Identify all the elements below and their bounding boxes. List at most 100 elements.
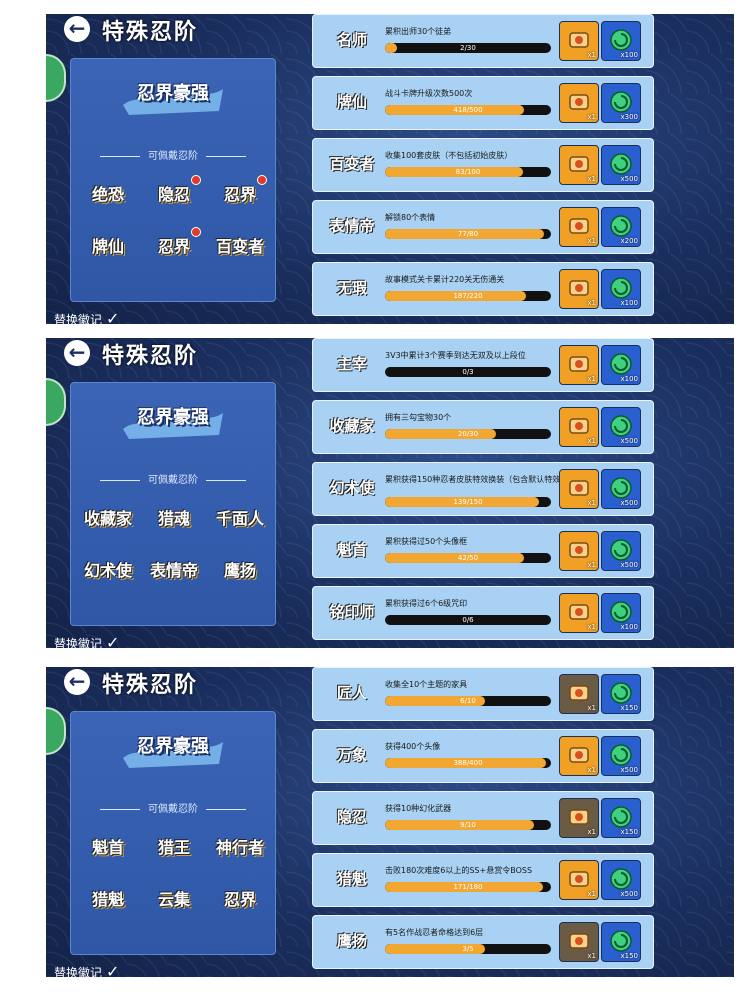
reward-scroll[interactable]: x1 xyxy=(559,469,599,509)
rank-badge[interactable]: 表情帝 xyxy=(145,553,203,583)
reward-swirl[interactable]: x150 xyxy=(601,798,641,838)
rank-badge-label: 百变者 xyxy=(215,237,264,256)
back-arrow-icon: ← xyxy=(68,669,86,693)
reward-swirl[interactable]: x500 xyxy=(601,469,641,509)
replace-emblem-toggle[interactable]: 替换徽记 ✓ xyxy=(54,309,122,324)
rank-badge[interactable]: 千面人 xyxy=(211,501,269,531)
reward-count: x500 xyxy=(620,561,638,569)
progress-text: 171/180 xyxy=(453,883,483,891)
reward-swirl[interactable]: x500 xyxy=(601,860,641,900)
reward-swirl[interactable]: x150 xyxy=(601,674,641,714)
rank-badge-label: 匠人 xyxy=(336,684,367,702)
reward-scroll[interactable]: x1 xyxy=(559,593,599,633)
rank-badge-label: 收藏家 xyxy=(329,417,375,435)
reward-scroll[interactable]: x1 xyxy=(559,345,599,385)
achievement-row: 名师 累积出师30个徒弟 2/30 x1 x100 xyxy=(312,14,654,68)
reward-scroll[interactable]: x1 xyxy=(559,860,599,900)
reward-count: x1 xyxy=(587,704,596,712)
reward-swirl[interactable]: x300 xyxy=(601,83,641,123)
reward-scroll[interactable]: x1 xyxy=(559,21,599,61)
rank-badge[interactable]: 幻术使 xyxy=(79,553,137,583)
reward-swirl[interactable]: x200 xyxy=(601,207,641,247)
rank-badge-label: 收藏家 xyxy=(83,509,132,528)
rank-badge[interactable]: 牌仙 xyxy=(79,229,137,259)
swirl-icon xyxy=(610,539,632,561)
rank-badge[interactable]: 忍界 xyxy=(145,227,203,259)
rank-badge[interactable]: 神行者 xyxy=(211,830,269,860)
reward-count: x1 xyxy=(587,890,596,898)
reward-scroll[interactable]: x1 xyxy=(559,207,599,247)
reward-swirl[interactable]: x500 xyxy=(601,736,641,776)
task-description: 战斗卡牌升级次数500次 xyxy=(385,89,473,98)
notification-dot xyxy=(257,175,267,185)
replace-emblem-toggle[interactable]: 替换徽记 ✓ xyxy=(54,962,122,977)
achievement-row: 幻术使 累积获得150种忍者皮肤特效换装（包含默认特效） 139/150 x1 x500 xyxy=(312,462,654,516)
reward-count: x150 xyxy=(620,828,638,836)
reward-count: x100 xyxy=(620,623,638,631)
rank-badge[interactable]: 隐忍 xyxy=(145,175,203,207)
rank-badge[interactable]: 魁首 xyxy=(79,830,137,860)
reward-scroll[interactable]: x1 xyxy=(559,798,599,838)
rank-badge: 收藏家 xyxy=(323,411,381,441)
back-button[interactable]: ← xyxy=(64,16,90,42)
rank-badge: 名师 xyxy=(323,25,381,55)
reward-scroll[interactable]: x1 xyxy=(559,531,599,571)
reward-scroll[interactable]: x1 xyxy=(559,407,599,447)
reward-count: x500 xyxy=(620,499,638,507)
swirl-icon xyxy=(610,682,632,704)
rank-card: 忍界豪强 可佩戴忍阶 魁首 猎王 神行者 猎魁 云集 忍界 xyxy=(70,711,276,955)
rank-badge[interactable]: 猎魂 xyxy=(145,501,203,531)
reward-scroll[interactable]: x1 xyxy=(559,269,599,309)
scroll-icon xyxy=(569,356,589,372)
section-title: 可佩戴忍阶 xyxy=(71,147,275,162)
rank-badge[interactable]: 绝恐 xyxy=(79,177,137,207)
reward-scroll[interactable]: x1 xyxy=(559,736,599,776)
rank-badge-label: 鹰扬 xyxy=(336,932,367,950)
rank-badge[interactable]: 百变者 xyxy=(211,229,269,259)
swirl-icon xyxy=(610,91,632,113)
task-description: 累积获得过50个头像框 xyxy=(385,537,468,546)
replace-emblem-toggle[interactable]: 替换徽记 ✓ xyxy=(54,633,122,648)
rank-badge-label: 名师 xyxy=(336,31,367,49)
rank-badge[interactable]: 云集 xyxy=(145,882,203,912)
reward-swirl[interactable]: x500 xyxy=(601,407,641,447)
rank-badge[interactable]: 忍界 xyxy=(211,175,269,207)
reward-swirl[interactable]: x500 xyxy=(601,531,641,571)
rank-badge[interactable]: 猎王 xyxy=(145,830,203,860)
progress-bar: 9/10 xyxy=(385,820,551,830)
reward-count: x1 xyxy=(587,437,596,445)
reward-swirl[interactable]: x100 xyxy=(601,21,641,61)
reward-swirl[interactable]: x500 xyxy=(601,145,641,185)
back-arrow-icon: ← xyxy=(68,16,86,40)
reward-count: x1 xyxy=(587,113,596,121)
swirl-icon xyxy=(610,29,632,51)
reward-swirl[interactable]: x100 xyxy=(601,593,641,633)
reward-scroll[interactable]: x1 xyxy=(559,145,599,185)
task-description: 解锁80个表情 xyxy=(385,213,436,222)
reward-scroll[interactable]: x1 xyxy=(559,674,599,714)
reward-count: x1 xyxy=(587,299,596,307)
back-button[interactable]: ← xyxy=(64,669,90,695)
reward-scroll[interactable]: x1 xyxy=(559,922,599,962)
rank-badge[interactable]: 猎魁 xyxy=(79,882,137,912)
achievement-row: 魁首 累积获得过50个头像框 42/50 x1 x500 xyxy=(312,524,654,578)
scroll-icon xyxy=(569,418,589,434)
rank-badge[interactable]: 鹰扬 xyxy=(211,553,269,583)
achievement-row: 万象 获得400个头像 388/400 x1 x500 xyxy=(312,729,654,783)
rank-badge-label: 牌仙 xyxy=(336,93,367,111)
reward-scroll[interactable]: x1 xyxy=(559,83,599,123)
current-rank-label: 忍界豪强 xyxy=(137,736,209,757)
back-button[interactable]: ← xyxy=(64,340,90,366)
checkmark-icon: ✓ xyxy=(106,633,120,648)
rank-badge[interactable]: 收藏家 xyxy=(79,501,137,531)
progress-bar: 2/30 xyxy=(385,43,551,53)
swirl-icon xyxy=(610,153,632,175)
reward-swirl[interactable]: x100 xyxy=(601,269,641,309)
rank-badge: 无瑕 xyxy=(323,273,381,303)
progress-bar: 187/220 xyxy=(385,291,551,301)
current-rank-label: 忍界豪强 xyxy=(137,83,209,104)
reward-count: x150 xyxy=(620,952,638,960)
reward-swirl[interactable]: x100 xyxy=(601,345,641,385)
reward-swirl[interactable]: x150 xyxy=(601,922,641,962)
rank-badge[interactable]: 忍界 xyxy=(211,882,269,912)
